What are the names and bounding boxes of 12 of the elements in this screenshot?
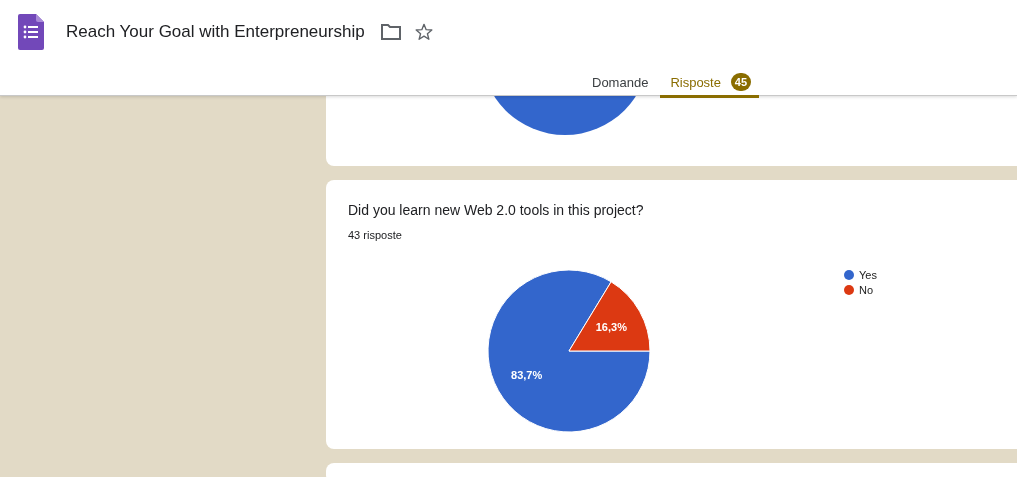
form-title[interactable]: Reach Your Goal with Enterpreneurship — [66, 22, 365, 42]
form-document-icon[interactable] — [18, 14, 44, 50]
response-count: 43 risposte — [347, 228, 403, 241]
star-icon[interactable] — [414, 23, 433, 41]
legend-label: Yes — [859, 269, 877, 281]
count-badge: 45 — [730, 73, 751, 91]
percent-label: 16,3% — [595, 321, 627, 334]
question-text: Did you learn new Web 2.0 tools in this project? — [347, 201, 645, 218]
folder-icon[interactable] — [380, 24, 401, 40]
tab[interactable]: Domande — [578, 69, 661, 98]
legend-label: No — [859, 284, 874, 296]
percent-label: 83,7% — [511, 368, 543, 381]
